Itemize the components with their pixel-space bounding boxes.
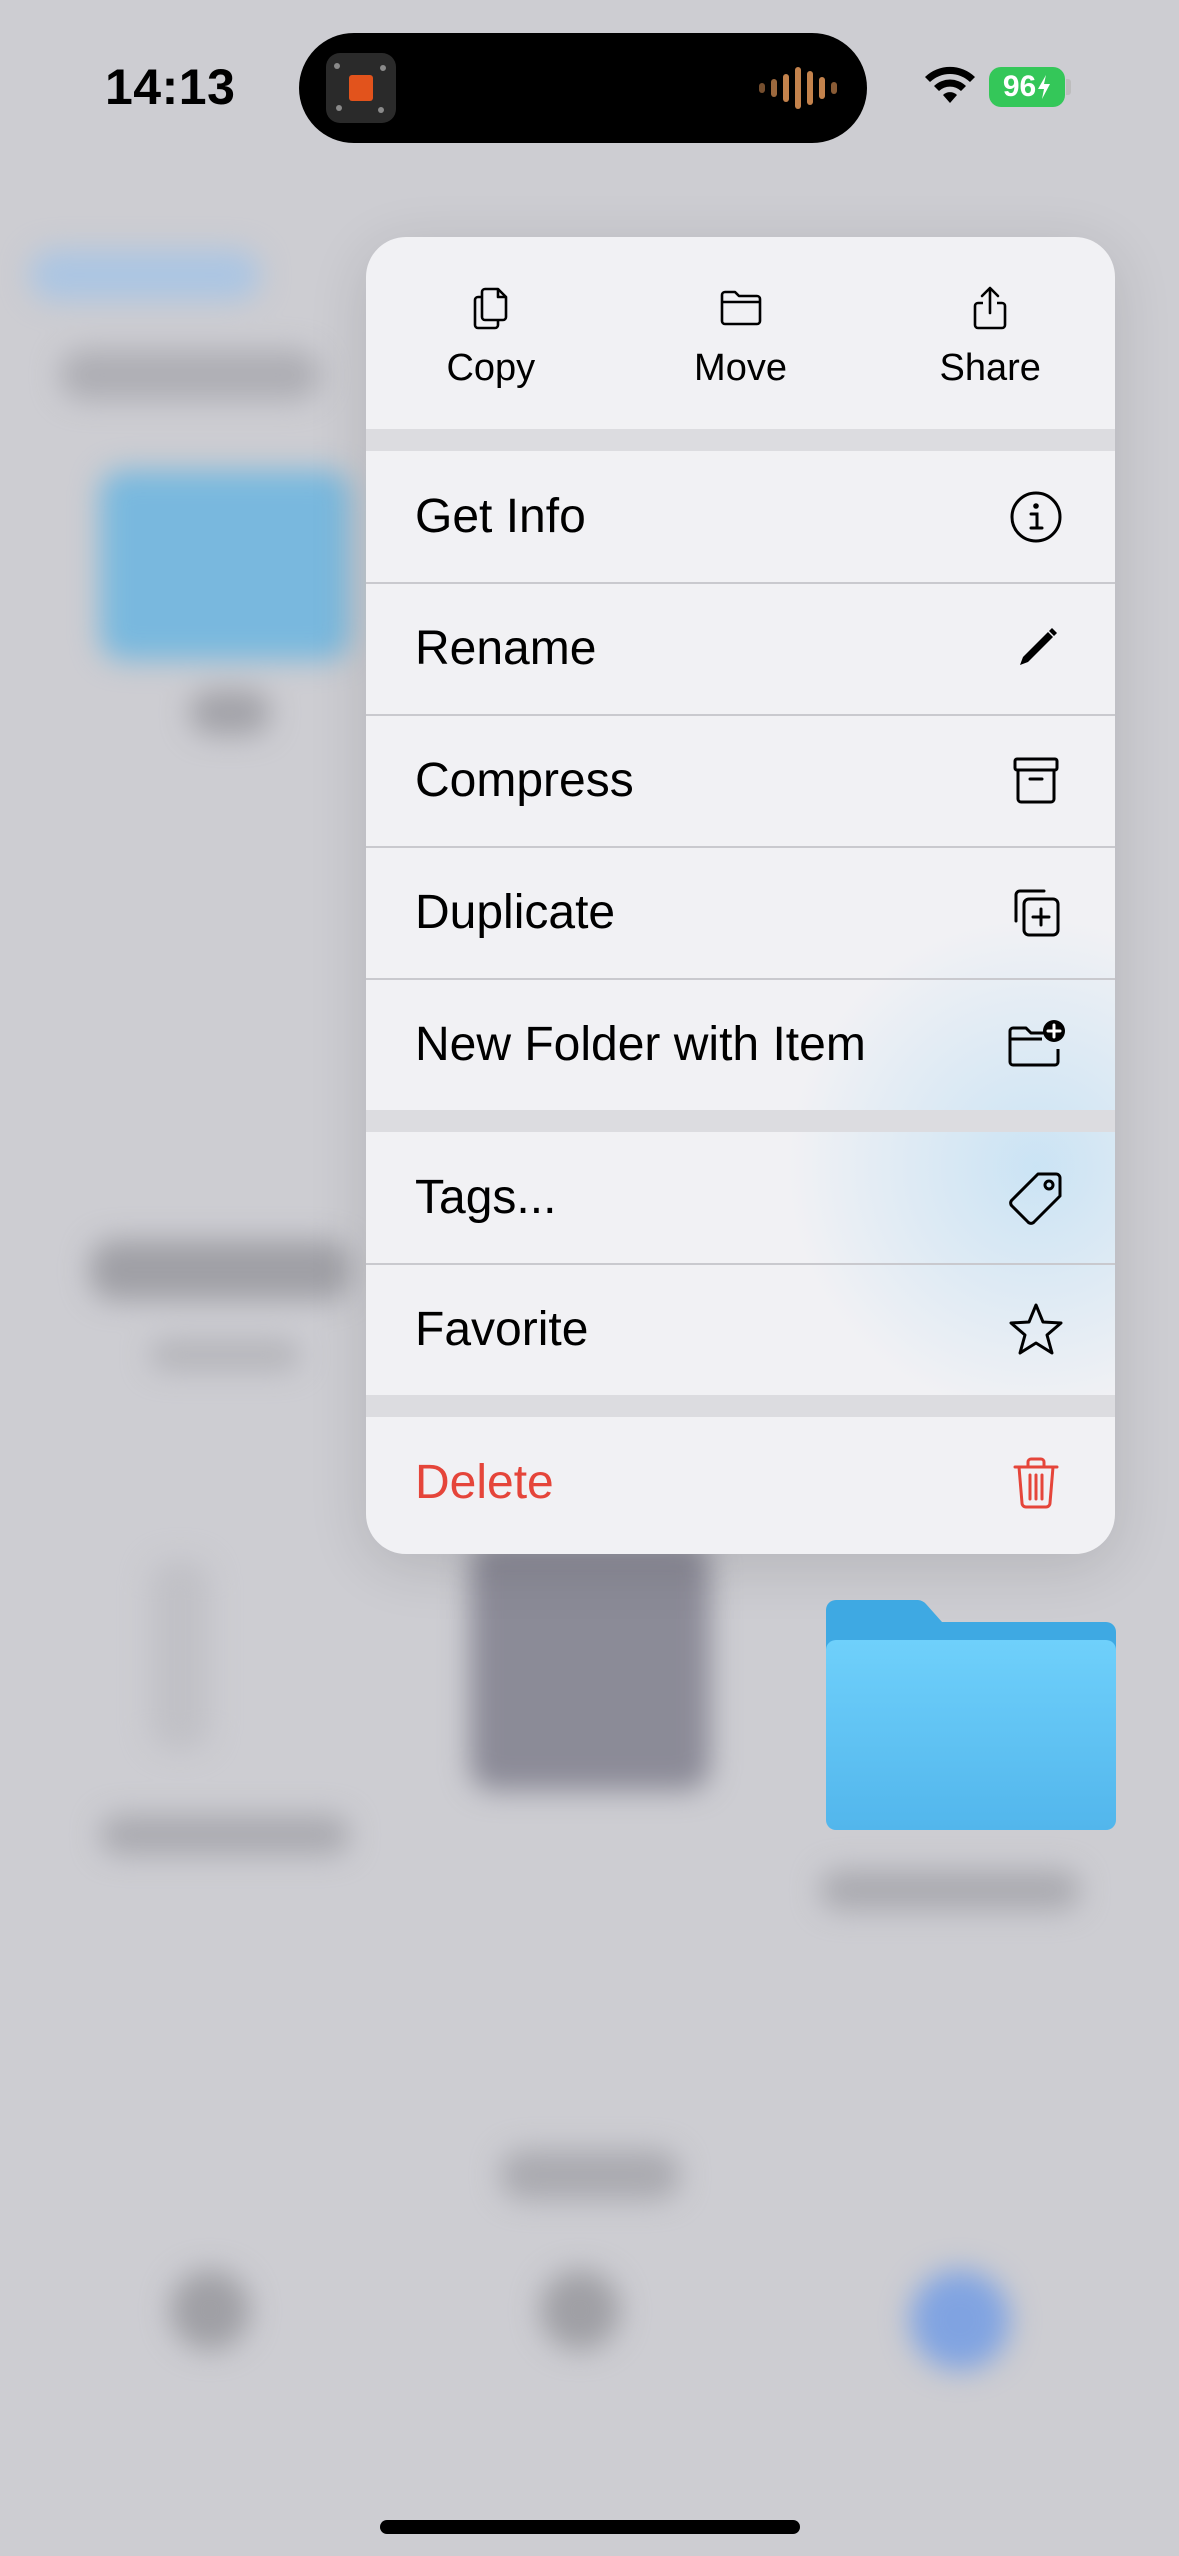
get-info-label: Get Info [415, 490, 586, 543]
compress-label: Compress [415, 754, 634, 807]
quick-actions-row: Copy Move Share [366, 237, 1115, 429]
folder-plus-icon [1005, 1014, 1067, 1076]
share-icon [973, 286, 1007, 330]
new-folder-with-item[interactable]: New Folder with Item [366, 979, 1115, 1110]
bolt-icon [1038, 75, 1051, 99]
copy-button[interactable]: Copy [366, 237, 616, 429]
folder-preview-icon[interactable] [826, 1600, 1116, 1830]
tags-item[interactable]: Tags... [366, 1132, 1115, 1263]
battery-cap [1066, 79, 1071, 95]
folder-icon [720, 290, 761, 326]
pencil-icon [1005, 618, 1067, 680]
section-separator [366, 1110, 1115, 1132]
trash-icon [1005, 1452, 1067, 1514]
album-art-icon [326, 53, 396, 123]
dynamic-island[interactable] [299, 33, 867, 143]
tags-label: Tags... [415, 1171, 557, 1224]
archive-box-icon [1005, 750, 1067, 812]
star-icon [1005, 1299, 1067, 1361]
wifi-icon [925, 66, 975, 103]
get-info-item[interactable]: Get Info [366, 451, 1115, 582]
audio-waveform-icon [759, 67, 837, 109]
favorite-item[interactable]: Favorite [366, 1264, 1115, 1395]
context-menu: Copy Move Share Get Info Rename Compress… [366, 237, 1115, 1554]
compress-item[interactable]: Compress [366, 715, 1115, 846]
move-button[interactable]: Move [616, 237, 866, 429]
tag-icon [1005, 1167, 1067, 1229]
new-folder-with-item-label: New Folder with Item [415, 1018, 866, 1071]
battery-level: 96 [1002, 70, 1037, 103]
home-indicator[interactable] [380, 2520, 800, 2534]
rename-item[interactable]: Rename [366, 583, 1115, 714]
section-separator [366, 429, 1115, 451]
delete-label: Delete [415, 1456, 554, 1509]
favorite-label: Favorite [415, 1303, 589, 1356]
move-label: Move [694, 347, 787, 389]
rename-label: Rename [415, 622, 597, 675]
battery-indicator: 96 [989, 67, 1065, 107]
copy-label: Copy [446, 347, 536, 389]
delete-item[interactable]: Delete [366, 1417, 1115, 1548]
share-label: Share [939, 347, 1041, 389]
status-time: 14:13 [105, 59, 236, 115]
info-circle-icon [1005, 486, 1067, 548]
duplicate-plus-icon [1005, 882, 1067, 944]
share-button[interactable]: Share [865, 237, 1115, 429]
duplicate-item[interactable]: Duplicate [366, 847, 1115, 978]
duplicate-label: Duplicate [415, 886, 616, 939]
section-separator [366, 1395, 1115, 1417]
copy-icon [473, 287, 508, 330]
